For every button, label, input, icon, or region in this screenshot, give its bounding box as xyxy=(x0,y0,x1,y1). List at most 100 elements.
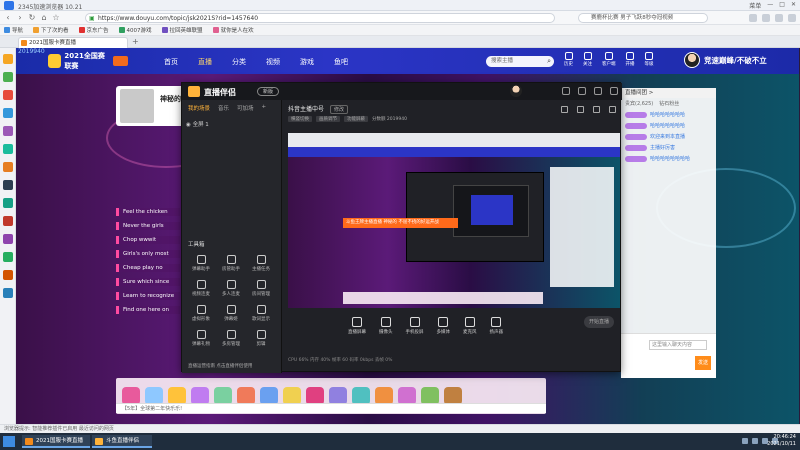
star-icon[interactable]: ☆ xyxy=(52,14,60,22)
source-control[interactable]: 直播屏幕 xyxy=(348,317,366,335)
chat-panel-header[interactable]: 直播间团 > xyxy=(621,88,716,98)
nav-home[interactable]: 首页 xyxy=(164,57,178,67)
source-control[interactable]: 手机投屏 xyxy=(406,317,424,335)
sidebar-app-icon[interactable] xyxy=(3,270,13,280)
minimize-icon[interactable] xyxy=(594,87,602,95)
minimize-button[interactable]: — xyxy=(767,1,773,10)
extension-icon[interactable] xyxy=(762,14,770,22)
extension-icon[interactable] xyxy=(775,14,783,22)
stream-preview[interactable]: 斗鱼王牌主播直播 神秘的 不屈不挠的好运开战 xyxy=(288,133,620,308)
record-icon[interactable] xyxy=(577,106,584,113)
tool-item[interactable]: 多房管理 xyxy=(216,330,246,347)
sidebar-app-icon[interactable] xyxy=(3,72,13,82)
site-search-input[interactable]: 搜索主播 ⌕ xyxy=(486,56,554,67)
start-live-button[interactable]: 开始直播 xyxy=(584,316,614,328)
app-version-badge[interactable]: 新版 xyxy=(257,87,279,96)
close-icon[interactable] xyxy=(610,87,618,95)
send-button[interactable]: 发送 xyxy=(695,356,711,370)
sidebar-app-icon[interactable] xyxy=(3,216,13,226)
maximize-button[interactable]: □ xyxy=(779,1,785,10)
tool-item[interactable]: 歌词显示 xyxy=(246,305,276,322)
network-icon[interactable] xyxy=(752,438,758,444)
favorite-item[interactable]: 4007游戏 xyxy=(118,26,152,34)
client-button[interactable]: 客户端 xyxy=(602,52,616,67)
history-button[interactable]: 历史 xyxy=(564,52,573,67)
tab-music[interactable]: 音乐 xyxy=(218,104,229,112)
tool-item[interactable]: 主播任务 xyxy=(246,255,276,272)
extension-icon[interactable] xyxy=(749,14,757,22)
url-input[interactable]: ▣ https://www.douyu.com/topic/jsk2021S?r… xyxy=(85,13,555,23)
guide-hint[interactable]: 直播运营指南 点击直播伴侣使用 xyxy=(188,363,252,369)
favorite-item[interactable]: 导航 xyxy=(4,26,23,34)
message-icon[interactable] xyxy=(578,87,586,95)
tool-item[interactable]: 弹幕姬 xyxy=(216,305,246,322)
extension-icon[interactable] xyxy=(788,14,796,22)
settings-icon[interactable] xyxy=(562,87,570,95)
tray-icon[interactable] xyxy=(742,438,748,444)
taskbar-item-companion[interactable]: 斗鱼直播伴侣 xyxy=(92,435,152,448)
sidebar-app-icon[interactable] xyxy=(3,108,13,118)
tool-item[interactable]: 房管助手 xyxy=(216,255,246,272)
tool-item[interactable]: 剪辑 xyxy=(246,330,276,347)
tool-item[interactable]: 多人连麦 xyxy=(216,280,246,297)
sidebar-app-icon[interactable] xyxy=(3,180,13,190)
add-scene-icon[interactable]: + xyxy=(262,104,267,112)
tool-item[interactable]: 弹幕礼物 xyxy=(186,330,216,347)
source-control[interactable]: 扬声器 xyxy=(490,317,503,335)
back-icon[interactable]: ‹ xyxy=(4,14,12,22)
source-control[interactable]: 麦克风 xyxy=(463,317,477,335)
sidebar-app-icon[interactable] xyxy=(3,288,13,298)
sidebar-app-icon[interactable] xyxy=(3,252,13,262)
tool-item[interactable]: 房间管理 xyxy=(246,280,276,297)
search-icon[interactable]: ⌕ xyxy=(547,56,551,67)
nav-category[interactable]: 分类 xyxy=(232,57,246,67)
tab-my-scenes[interactable]: 我的场景 xyxy=(188,104,210,112)
sidebar-app-icon[interactable] xyxy=(3,198,13,208)
tab-addable[interactable]: 可加场 xyxy=(237,104,254,112)
tab-vip[interactable]: 贵宾(2,625) xyxy=(625,100,653,107)
lock-icon[interactable] xyxy=(593,106,600,113)
favorite-item[interactable]: 下了次的看 xyxy=(33,26,69,34)
tool-item[interactable]: 虚拟形象 xyxy=(186,305,216,322)
home-icon[interactable]: ⌂ xyxy=(40,14,48,22)
site-logo[interactable]: 2021全国赛联赛 xyxy=(48,52,128,70)
level-button[interactable]: 等级 xyxy=(645,52,654,67)
chat-input[interactable]: 这里输入聊天内容 xyxy=(649,340,707,350)
taskbar-item-browser[interactable]: 2021国服卡赛直播 xyxy=(22,435,90,448)
start-icon[interactable] xyxy=(3,436,15,447)
scene-item[interactable]: ◉ 全屏 1 xyxy=(186,120,209,128)
sidebar-app-icon[interactable] xyxy=(3,126,13,136)
sidebar-app-icon[interactable] xyxy=(3,54,13,64)
tool-item[interactable]: 弹幕助手 xyxy=(186,255,216,272)
favorite-item[interactable]: 拉回英雄联盟 xyxy=(161,26,203,34)
edit-title-button[interactable]: 修改 xyxy=(329,105,348,114)
share-icon[interactable] xyxy=(609,106,616,113)
menu-button[interactable]: 菜单 xyxy=(749,1,761,10)
nav-yuba[interactable]: 鱼吧 xyxy=(334,57,348,67)
clock[interactable]: 20:46:24 2021/10/11 xyxy=(767,434,796,448)
sidebar-app-icon[interactable] xyxy=(3,90,13,100)
tool-item[interactable]: 视频连麦 xyxy=(186,280,216,297)
sidebar-app-icon[interactable] xyxy=(3,162,13,172)
favorite-item[interactable]: 就你是人在欢 xyxy=(212,26,254,34)
follow-button[interactable]: 关注 xyxy=(583,52,592,67)
forward-icon[interactable]: › xyxy=(16,14,24,22)
user-avatar[interactable] xyxy=(684,52,700,68)
sidebar-app-icon[interactable] xyxy=(3,234,13,244)
eye-icon[interactable]: ◉ xyxy=(186,122,191,128)
source-control[interactable]: 摄像头 xyxy=(379,317,393,335)
new-tab-icon[interactable]: + xyxy=(132,37,139,46)
sidebar-app-icon[interactable] xyxy=(3,144,13,154)
source-control[interactable]: 多媒体 xyxy=(437,317,450,335)
broadcast-button[interactable]: 开播 xyxy=(626,52,635,67)
app-user-avatar[interactable] xyxy=(510,85,522,97)
layout-icon[interactable] xyxy=(561,106,568,113)
nav-live[interactable]: 直播 xyxy=(198,57,212,67)
favorite-item[interactable]: 京东广告 xyxy=(78,26,109,34)
streamer-avatar[interactable] xyxy=(120,89,154,123)
close-button[interactable]: ✕ xyxy=(791,1,796,10)
tab-douyu[interactable]: 2021国服卡赛直播 xyxy=(18,37,128,48)
browser-search-input[interactable]: 赛鹿杯比赛 男子飞跃8秒夺冠视频 xyxy=(578,13,708,23)
nav-game[interactable]: 游戏 xyxy=(300,57,314,67)
tab-diamond-fans[interactable]: 钻石粉丝 xyxy=(659,100,679,107)
